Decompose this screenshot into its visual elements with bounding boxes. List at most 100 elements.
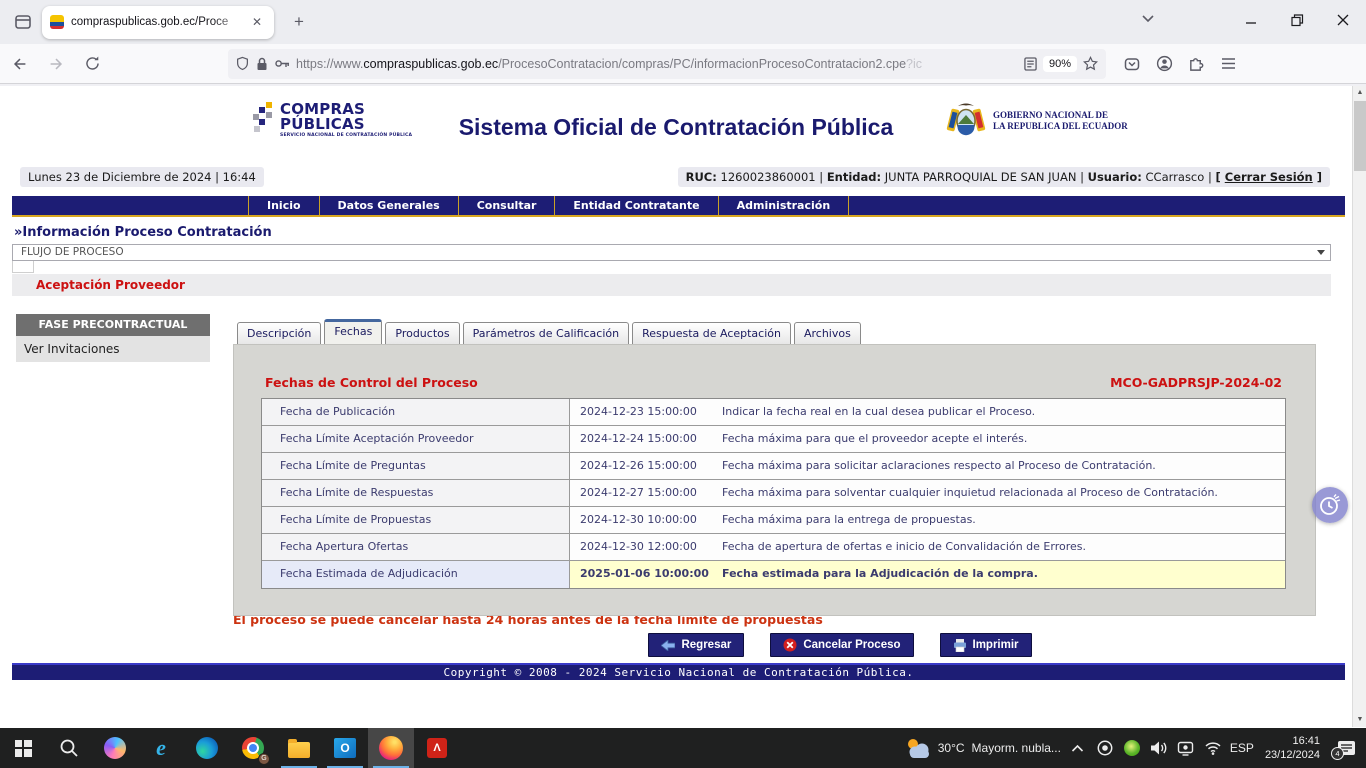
flujo-de-proceso-select[interactable]: FLUJO DE PROCESO [12,244,1331,261]
system-tray: 30°C Mayorm. nubla... ESP 16:41 23/12/20… [905,734,1366,763]
table-row: Fecha Límite de Preguntas 2024-12-26 15:… [262,453,1285,480]
ecuador-coat-of-arms-icon [945,100,987,142]
table-row: Fecha Límite de Propuestas 2024-12-30 10… [262,507,1285,534]
panel-title: Fechas de Control del Proceso [265,375,478,390]
copilot-button[interactable] [92,728,138,768]
regresar-button[interactable]: Regresar [648,633,744,657]
usuario-value: CCarrasco [1146,170,1205,184]
copilot-icon [104,737,126,759]
breadcrumb: »Información Proceso Contratación [14,225,272,240]
key-icon[interactable] [275,59,290,68]
imprimir-button[interactable]: Imprimir [940,633,1032,657]
separator: | [1080,170,1084,184]
edge-icon [196,737,218,759]
wifi-icon[interactable] [1203,741,1223,755]
record-icon[interactable] [1095,740,1115,756]
notification-center-button[interactable]: 4 [1337,740,1356,757]
forward-icon[interactable] [40,49,72,79]
acrobat-icon: Λ [427,738,447,758]
window-close-button[interactable] [1320,0,1366,40]
back-arrow-icon [661,640,675,651]
separator: | [1208,170,1212,184]
window-minimize-button[interactable] [1228,0,1274,40]
tab-fechas[interactable]: Fechas [324,319,382,344]
table-row: Fecha Límite Aceptación Proveedor 2024-1… [262,426,1285,453]
reload-icon[interactable] [76,49,108,79]
screen-cast-icon[interactable] [1176,741,1196,756]
fechas-panel: Fechas de Control del Proceso MCO-GADPRS… [233,344,1316,616]
tab-productos[interactable]: Productos [385,322,459,344]
internet-explorer-icon: e [156,735,166,761]
bookmark-star-icon[interactable] [1083,56,1098,71]
chrome-profile-badge: G [258,753,270,765]
sidebar-item-ver-invitaciones[interactable]: Ver Invitaciones [16,336,210,362]
windows-logo-icon [15,740,32,757]
acrobat-button[interactable]: Λ [414,728,460,768]
outlook-button[interactable]: O [322,728,368,768]
shield-icon[interactable] [236,56,249,71]
firefox-view-icon[interactable] [8,7,38,37]
back-icon[interactable] [4,49,36,79]
windows-taskbar: e G O Λ 30°C Mayorm. nubla... ESP 16:4 [0,728,1366,768]
gov-line1: GOBIERNO NACIONAL DE [993,110,1128,121]
new-tab-button[interactable]: + [286,12,312,32]
status-text: Aceptación Proveedor [36,278,185,292]
menu-hamburger-icon[interactable] [1212,49,1244,79]
logout-link[interactable]: [ Cerrar Sesión ] [1215,170,1322,184]
chevron-down-icon [1317,250,1325,255]
account-icon[interactable] [1148,49,1180,79]
tab-list-chevron-icon[interactable] [1140,10,1156,26]
separator: | [819,170,823,184]
search-button[interactable] [46,728,92,768]
process-tabs: Descripción Fechas Productos Parámetros … [237,322,861,345]
volume-icon[interactable] [1149,741,1169,755]
start-button[interactable] [0,728,46,768]
edge-button[interactable] [184,728,230,768]
search-icon [59,738,79,758]
table-row: Fecha Límite de Respuestas 2024-12-27 15… [262,480,1285,507]
table-row-highlighted: Fecha Estimada de Adjudicación 2025-01-0… [262,561,1285,588]
weather-icon[interactable] [905,737,931,759]
gobierno-logo: GOBIERNO NACIONAL DE LA REPUBLICA DEL EC… [945,100,1128,142]
reader-mode-icon[interactable] [1024,57,1037,71]
scroll-up-arrow[interactable]: ▲ [1353,86,1366,100]
table-row: Fecha de Publicación 2024-12-23 15:00:00… [262,399,1285,426]
main-menu: Inicio Datos Generales Consultar Entidad… [12,196,1345,215]
language-indicator[interactable]: ESP [1230,741,1254,755]
window-restore-button[interactable] [1274,0,1320,40]
menu-item-datos-generales[interactable]: Datos Generales [320,196,459,215]
chrome-button[interactable]: G [230,728,276,768]
pocket-icon[interactable] [1116,49,1148,79]
firefox-button[interactable] [368,728,414,768]
tab-descripcion[interactable]: Descripción [237,322,321,344]
tray-chevron-icon[interactable] [1068,744,1088,753]
entidad-value: JUNTA PARROQUIAL DE SAN JUAN [885,170,1077,184]
outlook-icon: O [334,738,356,758]
taskbar-clock[interactable]: 16:41 23/12/2024 [1265,734,1320,763]
page-scrollbar[interactable]: ▲ ▼ [1352,86,1366,727]
menu-item-entidad-contratante[interactable]: Entidad Contratante [555,196,718,215]
tab-archivos[interactable]: Archivos [794,322,861,344]
weather-temp[interactable]: 30°C [938,741,965,755]
extensions-puzzle-icon[interactable] [1180,49,1212,79]
weather-desc[interactable]: Mayorm. nubla... [972,741,1061,755]
sidebar-phase-header: FASE PRECONTRACTUAL [16,314,210,336]
menu-item-administracion[interactable]: Administración [719,196,850,215]
internet-explorer-button[interactable]: e [138,728,184,768]
file-explorer-button[interactable] [276,728,322,768]
scroll-down-arrow[interactable]: ▼ [1353,713,1366,727]
browser-chrome: compraspublicas.gob.ec/Proce ✕ + [0,0,1366,86]
cancelar-proceso-button[interactable]: Cancelar Proceso [770,633,913,657]
tab-close-icon[interactable]: ✕ [248,13,266,31]
browser-tab[interactable]: compraspublicas.gob.ec/Proce ✕ [42,6,274,39]
zoom-level-badge[interactable]: 90% [1043,56,1077,72]
menu-item-consultar[interactable]: Consultar [459,196,556,215]
tab-parametros[interactable]: Parámetros de Calificación [463,322,629,344]
tab-respuesta[interactable]: Respuesta de Aceptación [632,322,791,344]
menu-item-inicio[interactable]: Inicio [248,196,320,215]
antivirus-icon[interactable] [1122,740,1142,756]
url-bar[interactable]: https://www.compraspublicas.gob.ec/Proce… [228,49,1106,79]
scrollbar-thumb[interactable] [1354,101,1366,171]
lock-icon[interactable] [256,57,268,71]
time-tracker-floating-button[interactable] [1312,487,1348,523]
